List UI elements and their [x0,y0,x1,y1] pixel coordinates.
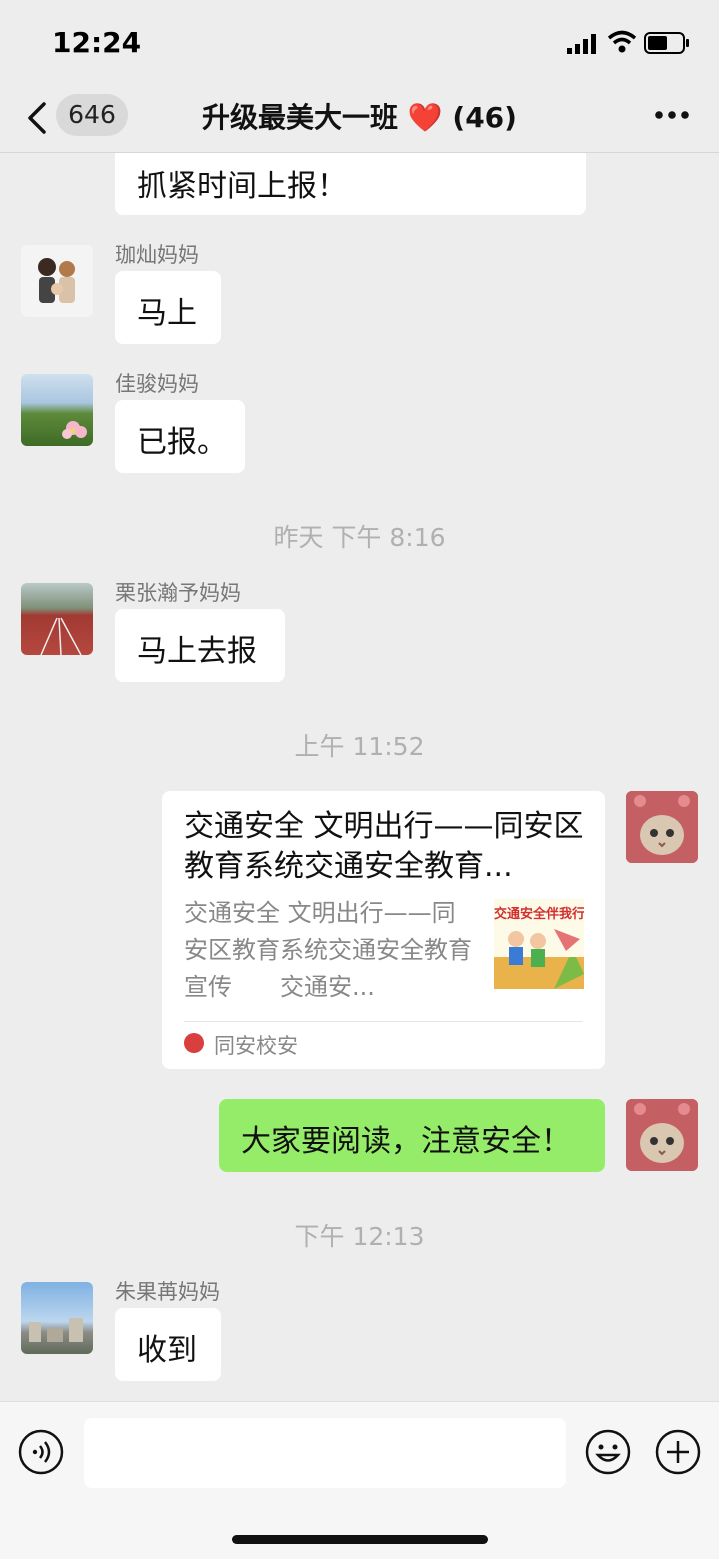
message-bubble[interactable]: 抓紧时间上报！ [115,153,586,215]
status-time: 12:24 [52,26,142,59]
message-bubble[interactable]: 马上去报 [115,609,285,682]
chat-title[interactable]: 升级最美大一班 ❤️ (46) [0,96,719,136]
card-thumbnail: 交通安全伴我行 [494,899,584,989]
emoji-icon[interactable] [584,1428,632,1476]
message-bubble[interactable]: 已报。 [115,400,245,473]
card-title: 交通安全 文明出行——同安区教育系统交通安全教育... [184,809,584,884]
avatar[interactable] [21,374,93,446]
wifi-icon [607,30,637,53]
signal-icon [567,34,596,54]
link-card[interactable]: 交通安全 文明出行——同安区教育系统交通安全教育... 交通安全 文明出行——同… [162,791,605,1069]
battery-icon [644,32,689,54]
my-avatar[interactable] [626,1099,698,1171]
chat-header: 646 升级最美大一班 ❤️ (46) [0,88,719,153]
sender-name: 朱果苒妈妈 [115,1280,220,1304]
message-text: 马上 [137,296,197,331]
message-bubble[interactable]: 马上 [115,271,221,344]
more-icon[interactable] [654,110,690,120]
message-text: 抓紧时间上报！ [137,169,347,204]
timestamp: 昨天 下午 8:16 [273,523,446,552]
card-divider [184,1021,583,1022]
message-text: 马上去报 [137,634,257,669]
message-text: 已报。 [137,425,227,460]
thumbnail-caption: 交通安全伴我行 [494,907,584,922]
sender-name: 佳骏妈妈 [115,372,199,396]
message-text: 大家要阅读，注意安全！ [241,1124,571,1159]
message-bubble[interactable]: 大家要阅读，注意安全！ [219,1099,605,1172]
home-indicator [232,1535,488,1544]
avatar[interactable] [21,583,93,655]
message-list[interactable]: 抓紧时间上报！ 珈灿妈妈 马上 佳骏妈妈 已报。 昨天 下午 8:16 栗张瀚予… [0,153,719,1401]
message-bubble[interactable]: 收到 [115,1308,221,1381]
timestamp: 上午 11:52 [294,732,425,761]
sender-name: 珈灿妈妈 [115,243,199,267]
status-bar: 12:24 [0,0,719,88]
avatar[interactable] [21,1282,93,1354]
card-description: 交通安全 文明出行——同安区教育系统交通安全教育宣传 交通安... [184,899,472,1001]
my-avatar[interactable] [626,791,698,863]
avatar[interactable] [21,245,93,317]
card-source: 同安校安 [214,1034,298,1058]
input-toolbar [0,1401,719,1559]
plus-icon[interactable] [654,1428,702,1476]
source-logo-icon [184,1033,204,1053]
message-text: 收到 [137,1333,197,1368]
message-input[interactable] [84,1418,566,1488]
timestamp: 下午 12:13 [294,1222,425,1251]
voice-icon[interactable] [17,1428,65,1476]
sender-name: 栗张瀚予妈妈 [115,581,241,605]
